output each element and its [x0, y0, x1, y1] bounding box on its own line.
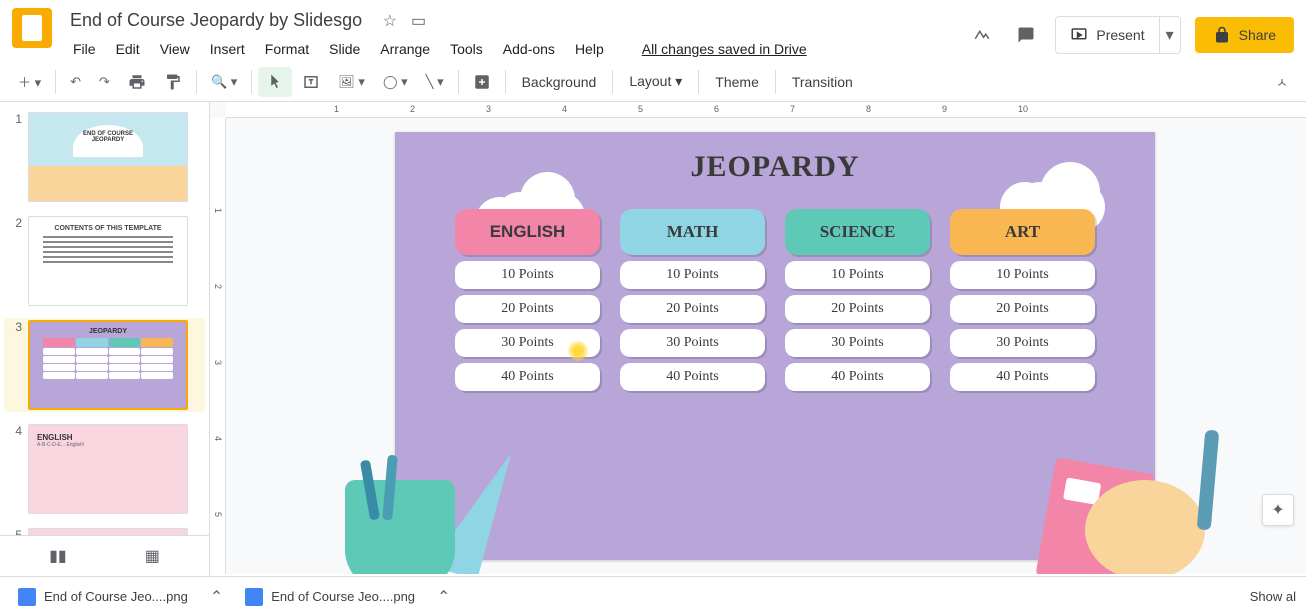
zoom-button[interactable]: 🔍 ▾	[203, 68, 245, 96]
textbox-tool[interactable]	[294, 67, 328, 97]
menu-edit[interactable]: Edit	[107, 37, 149, 61]
slide-panel[interactable]: 1 END OF COURSE JEOPARDY 2 CONTENTS OF T…	[0, 102, 210, 574]
points-cell[interactable]: 20 Points	[455, 295, 600, 323]
show-all-downloads[interactable]: Show al	[1250, 589, 1296, 604]
present-label: Present	[1096, 27, 1144, 43]
present-button-group: Present ▾	[1055, 16, 1180, 54]
present-dropdown[interactable]: ▾	[1159, 17, 1180, 53]
present-button[interactable]: Present	[1056, 17, 1158, 53]
main-area: 1 END OF COURSE JEOPARDY 2 CONTENTS OF T…	[0, 102, 1306, 574]
shape-tool[interactable]: ◯ ▾	[375, 68, 416, 96]
image-file-icon	[18, 588, 36, 606]
points-cell[interactable]: 10 Points	[620, 261, 765, 289]
slide-thumb-3[interactable]: 3 JEOPARDY	[4, 318, 205, 412]
menu-arrange[interactable]: Arrange	[371, 37, 439, 61]
activity-icon[interactable]	[967, 20, 997, 50]
background-button[interactable]: Background	[512, 68, 607, 96]
canvas-area: 12 34 56 78 910 12 34 5 JEOPARDY ENGLISH…	[210, 102, 1306, 574]
download-file-2[interactable]: End of Course Jeo....png	[237, 584, 423, 610]
points-cell[interactable]: 10 Points	[455, 261, 600, 289]
menu-view[interactable]: View	[151, 37, 199, 61]
points-cell[interactable]: 30 Points	[620, 329, 765, 357]
print-button[interactable]	[120, 67, 154, 97]
header-bar: End of Course Jeopardy by Slidesgo ☆ ▭ F…	[0, 0, 1306, 62]
points-cell[interactable]: 40 Points	[785, 363, 930, 391]
menu-file[interactable]: File	[64, 37, 105, 61]
redo-button[interactable]: ↷	[91, 68, 118, 96]
explore-button[interactable]: ✦	[1262, 494, 1294, 526]
theme-button[interactable]: Theme	[705, 68, 769, 96]
view-mode-toggle: ▮▮ ▦	[0, 535, 210, 576]
category-math[interactable]: MATH	[620, 209, 765, 255]
move-icon[interactable]: ▭	[411, 11, 426, 31]
filmstrip-view-icon[interactable]: ▮▮	[49, 546, 67, 566]
share-button[interactable]: Share	[1195, 17, 1294, 53]
points-cell[interactable]: 10 Points	[785, 261, 930, 289]
brush-decoration	[1197, 430, 1220, 531]
menu-insert[interactable]: Insert	[201, 37, 254, 61]
paint-format-button[interactable]	[156, 67, 190, 97]
title-area: End of Course Jeopardy by Slidesgo ☆ ▭ F…	[64, 8, 967, 61]
category-english[interactable]: ENGLISH	[455, 209, 600, 255]
points-cell[interactable]: 40 Points	[950, 363, 1095, 391]
document-title[interactable]: End of Course Jeopardy by Slidesgo	[64, 8, 368, 33]
jeopardy-grid: ENGLISH MATH SCIENCE ART 10 Points 10 Po…	[395, 209, 1155, 391]
points-cell[interactable]: 20 Points	[950, 295, 1095, 323]
transition-button[interactable]: Transition	[782, 68, 863, 96]
grid-view-icon[interactable]: ▦	[145, 546, 160, 566]
ruler-horizontal: 12 34 56 78 910	[226, 102, 1306, 118]
category-art[interactable]: ART	[950, 209, 1095, 255]
hide-menus-button[interactable]: ㅅ	[1268, 66, 1296, 97]
slide-thumb-1[interactable]: 1 END OF COURSE JEOPARDY	[4, 110, 205, 204]
points-cell[interactable]: 30 Points	[785, 329, 930, 357]
menu-addons[interactable]: Add-ons	[494, 37, 564, 61]
menu-format[interactable]: Format	[256, 37, 318, 61]
image-tool[interactable]: 🖼 ▾	[330, 68, 373, 96]
points-cell[interactable]: 40 Points	[455, 363, 600, 391]
comment-tool[interactable]	[465, 67, 499, 97]
pencil-cup-decoration	[345, 480, 455, 574]
star-icon[interactable]: ☆	[383, 11, 397, 31]
menu-slide[interactable]: Slide	[320, 37, 369, 61]
chevron-up-icon[interactable]: ⌃	[437, 587, 450, 607]
points-cell[interactable]: 10 Points	[950, 261, 1095, 289]
points-cell[interactable]: 30 Points	[950, 329, 1095, 357]
slide-thumb-4[interactable]: 4 ENGLISH A-B-C-D-E... English!	[4, 422, 205, 516]
image-file-icon	[245, 588, 263, 606]
share-label: Share	[1239, 27, 1276, 43]
menu-help[interactable]: Help	[566, 37, 613, 61]
select-tool[interactable]	[258, 67, 292, 97]
ruler-vertical: 12 34 5	[210, 118, 226, 574]
download-file-1[interactable]: End of Course Jeo....png	[10, 584, 196, 610]
comments-icon[interactable]	[1011, 20, 1041, 50]
save-status[interactable]: All changes saved in Drive	[633, 37, 816, 61]
download-bar: End of Course Jeo....png ⌃ End of Course…	[0, 576, 1306, 616]
slide-title[interactable]: JEOPARDY	[395, 150, 1155, 184]
points-cell[interactable]: 40 Points	[620, 363, 765, 391]
menu-tools[interactable]: Tools	[441, 37, 492, 61]
menu-bar: File Edit View Insert Format Slide Arran…	[64, 37, 967, 61]
points-cell[interactable]: 20 Points	[785, 295, 930, 323]
points-cell[interactable]: 20 Points	[620, 295, 765, 323]
header-actions: Present ▾ Share	[967, 16, 1294, 54]
palette-decoration	[1085, 480, 1205, 574]
app-logo-icon[interactable]	[12, 8, 52, 48]
layout-button[interactable]: Layout ▾	[619, 67, 692, 96]
category-science[interactable]: SCIENCE	[785, 209, 930, 255]
click-indicator-icon	[568, 341, 588, 361]
slide-thumb-2[interactable]: 2 CONTENTS OF THIS TEMPLATE	[4, 214, 205, 308]
slide-canvas[interactable]: JEOPARDY ENGLISH MATH SCIENCE ART 10 Poi…	[395, 132, 1155, 560]
undo-button[interactable]: ↶	[62, 68, 89, 96]
new-slide-button[interactable]: ＋ ▾	[10, 66, 49, 97]
chevron-up-icon[interactable]: ⌃	[210, 587, 223, 607]
toolbar: ＋ ▾ ↶ ↷ 🔍 ▾ 🖼 ▾ ◯ ▾ ╲ ▾ Background Layou…	[0, 62, 1306, 102]
line-tool[interactable]: ╲ ▾	[418, 68, 452, 96]
